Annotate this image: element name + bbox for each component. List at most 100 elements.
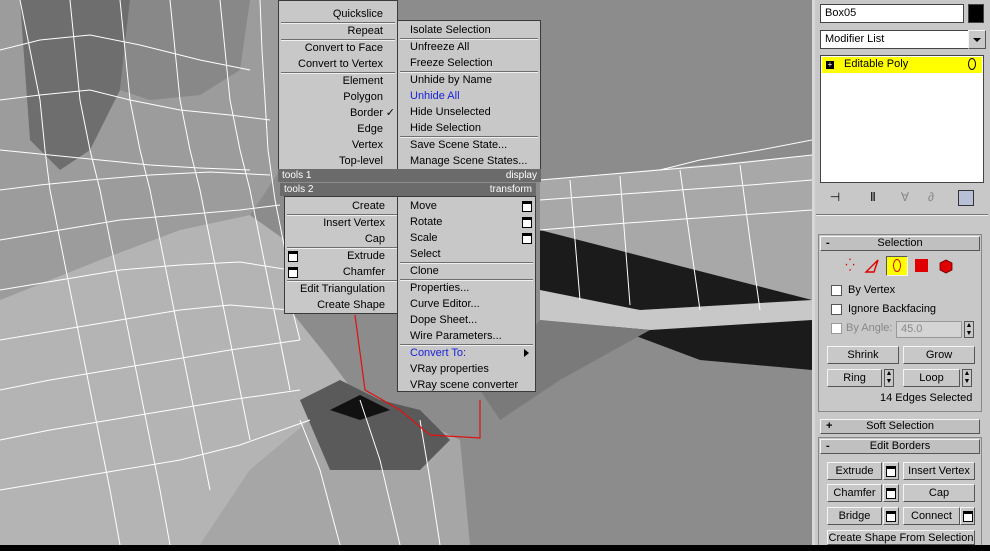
connect-button[interactable]: Connect — [903, 507, 960, 525]
chevron-down-icon — [973, 38, 981, 42]
menu-item-unhide-by-name[interactable]: Unhide by Name — [410, 72, 492, 88]
menu-item-convert-to-face[interactable]: Convert to Face — [305, 40, 383, 56]
stack-item-label: Editable Poly — [844, 58, 909, 70]
menu-item-convert-to-vertex[interactable]: Convert to Vertex — [298, 56, 383, 72]
loop-spinner[interactable]: ▲ ▼ — [962, 369, 972, 387]
settings-box-icon[interactable] — [522, 217, 532, 228]
menu-item-hide-unselected[interactable]: Hide Unselected — [410, 104, 491, 120]
subobject-border-icon[interactable] — [886, 256, 908, 276]
object-color-swatch[interactable] — [968, 4, 984, 23]
by-vertex-checkbox[interactable] — [831, 285, 842, 296]
menu-item-scale[interactable]: Scale — [410, 230, 438, 246]
rollout-edit-borders-header[interactable]: - Edit Borders — [820, 439, 980, 454]
quad-label-tools1: tools 1 — [278, 169, 398, 182]
menu-item-create-shape[interactable]: Create Shape — [317, 297, 385, 313]
pin-stack-icon[interactable]: ⊣ — [828, 190, 842, 204]
menu-item-quickslice[interactable]: Quickslice — [333, 6, 383, 22]
menu-item-create[interactable]: Create — [352, 198, 385, 214]
by-angle-label: By Angle: — [846, 322, 893, 334]
menu-item-move[interactable]: Move — [410, 198, 437, 214]
show-end-result-icon[interactable]: Ⅱ — [866, 190, 880, 204]
subobject-element-icon[interactable] — [938, 258, 954, 274]
menu-item-freeze-selection[interactable]: Freeze Selection — [410, 55, 493, 71]
check-icon: ✓ — [385, 107, 395, 119]
submenu-arrow-icon — [524, 349, 529, 357]
loop-button[interactable]: Loop — [903, 369, 960, 387]
make-unique-icon[interactable]: ∀ — [898, 190, 912, 204]
by-vertex-label: By Vertex — [848, 284, 896, 296]
chamfer-settings-button[interactable] — [883, 484, 899, 502]
menu-item-edit-triangulation[interactable]: Edit Triangulation — [300, 281, 385, 297]
settings-box-icon[interactable] — [288, 251, 298, 262]
dropdown-arrow-button[interactable] — [968, 30, 986, 49]
rollout-soft-selection-header[interactable]: + Soft Selection — [820, 419, 980, 434]
chamfer-button[interactable]: Chamfer — [827, 484, 882, 502]
create-shape-from-selection-button[interactable]: Create Shape From Selection — [827, 530, 975, 545]
menu-item-save-scene-state[interactable]: Save Scene State... — [410, 137, 507, 153]
extrude-settings-button[interactable] — [883, 462, 899, 480]
menu-item-polygon[interactable]: Polygon — [343, 89, 383, 105]
expand-plus-icon[interactable]: + — [826, 61, 834, 69]
ring-spinner[interactable]: ▲ ▼ — [884, 369, 894, 387]
modifier-list-dropdown[interactable]: Modifier List — [820, 30, 972, 49]
stack-item-editable-poly[interactable]: + Editable Poly — [822, 57, 982, 73]
by-angle-checkbox[interactable] — [831, 323, 842, 334]
menu-item-convert-to[interactable]: Convert To: — [410, 345, 466, 361]
subobject-edge-icon[interactable] — [864, 258, 880, 274]
insert-vertex-button[interactable]: Insert Vertex — [903, 462, 975, 480]
modifier-stack[interactable] — [820, 55, 984, 183]
settings-box-icon[interactable] — [522, 201, 532, 212]
menu-item-element[interactable]: Element — [343, 73, 383, 89]
collapse-minus-icon: - — [826, 237, 830, 249]
menu-item-clone[interactable]: Clone — [410, 263, 439, 279]
by-angle-input[interactable]: 45.0 — [896, 321, 962, 338]
menu-item-properties[interactable]: Properties... — [410, 280, 469, 296]
menu-item-unhide-all[interactable]: Unhide All — [410, 88, 460, 104]
grow-button[interactable]: Grow — [903, 346, 975, 364]
subobject-polygon-icon[interactable] — [915, 259, 928, 272]
subobject-vertex-icon[interactable]: ⁛ — [842, 258, 858, 274]
menu-item-cap[interactable]: Cap — [365, 231, 385, 247]
rollout-selection-header[interactable]: - Selection — [820, 236, 980, 251]
menu-item-wire-parameters[interactable]: Wire Parameters... — [410, 328, 502, 344]
shrink-button[interactable]: Shrink — [827, 346, 899, 364]
menu-item-insert-vertex[interactable]: Insert Vertex — [323, 215, 385, 231]
menu-item-border[interactable]: Border — [350, 105, 383, 121]
remove-modifier-icon[interactable]: ∂ — [924, 190, 938, 204]
status-strip — [0, 545, 990, 551]
ignore-backfacing-label: Ignore Backfacing — [848, 303, 937, 315]
by-angle-spinner[interactable]: ▲ ▼ — [964, 321, 974, 338]
ring-button[interactable]: Ring — [827, 369, 882, 387]
settings-box-icon — [886, 466, 896, 477]
menu-item-edge[interactable]: Edge — [357, 121, 383, 137]
menu-item-hide-selection[interactable]: Hide Selection — [410, 120, 481, 136]
menu-item-isolate-selection[interactable]: Isolate Selection — [410, 22, 491, 38]
object-name-field[interactable]: Box05 — [820, 4, 964, 23]
bridge-settings-button[interactable] — [883, 507, 899, 525]
configure-modifier-sets-icon[interactable] — [958, 190, 974, 206]
menu-item-manage-scene-states[interactable]: Manage Scene States... — [410, 153, 527, 169]
menu-item-rotate[interactable]: Rotate — [410, 214, 442, 230]
menu-item-dope-sheet[interactable]: Dope Sheet... — [410, 312, 477, 328]
ignore-backfacing-checkbox[interactable] — [831, 304, 842, 315]
settings-box-icon[interactable] — [288, 267, 298, 278]
menu-item-top-level[interactable]: Top-level — [339, 153, 383, 169]
menu-item-extrude[interactable]: Extrude — [347, 248, 385, 264]
menu-item-vertex[interactable]: Vertex — [352, 137, 383, 153]
selection-status: 14 Edges Selected — [880, 392, 973, 404]
menu-item-unfreeze-all[interactable]: Unfreeze All — [410, 39, 469, 55]
menu-item-vray-scene-converter[interactable]: VRay scene converter — [410, 377, 518, 393]
menu-item-repeat[interactable]: Repeat — [348, 23, 383, 39]
connect-settings-button[interactable] — [960, 507, 975, 525]
border-subobject-icon — [968, 58, 976, 70]
settings-box-icon[interactable] — [522, 233, 532, 244]
settings-box-icon — [886, 488, 896, 499]
settings-box-icon — [886, 511, 896, 522]
menu-item-vray-properties[interactable]: VRay properties — [410, 361, 489, 377]
menu-item-select[interactable]: Select — [410, 246, 441, 262]
menu-item-curve-editor[interactable]: Curve Editor... — [410, 296, 480, 312]
cap-button[interactable]: Cap — [903, 484, 975, 502]
menu-item-chamfer[interactable]: Chamfer — [343, 264, 385, 280]
extrude-button[interactable]: Extrude — [827, 462, 882, 480]
bridge-button[interactable]: Bridge — [827, 507, 882, 525]
